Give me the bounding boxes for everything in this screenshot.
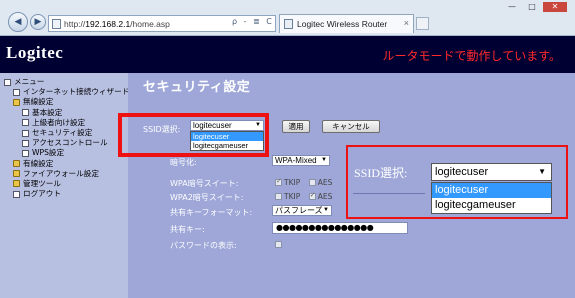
callout-ssid-option[interactable]: logitecgameuser bbox=[432, 198, 551, 213]
wpa2-suite-options: TKIP AES bbox=[275, 191, 338, 201]
browser-chrome: ◀ ▶ http://192.168.2.1/home.asp ρ - ≣ C … bbox=[0, 0, 575, 36]
close-window-icon[interactable]: ✕ bbox=[543, 2, 567, 12]
encryption-select[interactable]: WPA-Mixed ▼ bbox=[272, 155, 330, 166]
page-icon bbox=[13, 88, 20, 96]
page-icon bbox=[52, 18, 61, 29]
callout-ssid-dropdown: logitecuser logitecgameuser bbox=[431, 182, 552, 214]
sidebar-item-label: アクセスコントロール bbox=[32, 138, 108, 148]
folder-icon bbox=[13, 180, 20, 188]
logo: Logitec bbox=[6, 43, 64, 62]
tkip-label: TKIP bbox=[284, 178, 301, 187]
chevron-down-icon: ▼ bbox=[538, 167, 546, 176]
page-icon bbox=[13, 190, 20, 198]
tab-page-icon bbox=[284, 19, 293, 29]
url-host: 192.168.2.1 bbox=[85, 18, 131, 29]
shared-key-label: 共有キー: bbox=[170, 225, 205, 234]
menu-tree: メニュー インターネット接続ウィザード 無線設定 基本設定 上級者向け設定 セキュリティ設… bbox=[4, 77, 129, 199]
page-icon bbox=[22, 129, 29, 137]
forward-arrow-icon[interactable]: ▶ bbox=[30, 14, 46, 30]
page-icon bbox=[4, 78, 11, 86]
callout-ssid-label: SSID選択: bbox=[354, 166, 408, 180]
wpa2-aes-checkbox[interactable] bbox=[308, 191, 316, 200]
page-icon bbox=[22, 109, 29, 117]
sidebar-item-label: ファイアウォール設定 bbox=[23, 168, 99, 178]
key-format-select-value: パスフレーズ bbox=[275, 206, 323, 215]
browser-tab[interactable]: Logitec Wireless Router × bbox=[279, 14, 414, 33]
sidebar-item-label: 上級者向け設定 bbox=[32, 117, 86, 127]
sidebar-item[interactable]: 無線設定 bbox=[4, 97, 129, 107]
page-icon bbox=[22, 119, 29, 127]
window-controls: — □ ✕ bbox=[503, 2, 567, 12]
sidebar-item-label: 基本設定 bbox=[32, 107, 63, 117]
callout-ssid-option[interactable]: logitecuser bbox=[432, 183, 551, 198]
sidebar-item[interactable]: 基本設定 bbox=[4, 108, 129, 118]
apply-button[interactable]: 適用 bbox=[282, 120, 310, 133]
back-arrow-icon[interactable]: ◀ bbox=[8, 12, 28, 32]
page-icon bbox=[22, 139, 29, 147]
cancel-button[interactable]: キャンセル bbox=[322, 120, 380, 133]
wpa-suite-options: TKIP AES bbox=[275, 177, 338, 187]
wpa-tkip-checkbox[interactable] bbox=[275, 177, 282, 186]
url-prefix: http:// bbox=[64, 18, 86, 29]
tab-title: Logitec Wireless Router bbox=[297, 19, 388, 29]
show-password-label: パスワードの表示: bbox=[170, 241, 237, 250]
sidebar-item-label: インターネット接続ウィザード bbox=[23, 87, 130, 97]
sidebar-item[interactable]: 管理ツール bbox=[4, 179, 129, 189]
callout-divider bbox=[353, 193, 425, 194]
show-password-checkbox[interactable] bbox=[275, 241, 282, 248]
sidebar-item: メニュー bbox=[4, 77, 129, 87]
key-format-select[interactable]: パスフレーズ ▼ bbox=[272, 205, 332, 216]
sidebar-item-label: 管理ツール bbox=[23, 178, 61, 188]
sidebar-item[interactable]: 上級者向け設定 bbox=[4, 118, 129, 128]
wpa2-suite-label: WPA2暗号スイート: bbox=[170, 193, 244, 202]
wpa-suite-label: WPA暗号スイート: bbox=[170, 179, 239, 188]
page-icon bbox=[22, 149, 29, 157]
key-format-label: 共有キーフォーマット: bbox=[170, 208, 253, 217]
folder-icon bbox=[13, 98, 20, 106]
sidebar: メニュー インターネット接続ウィザード 無線設定 基本設定 上級者向け設定 セキュリティ設… bbox=[0, 73, 129, 298]
sidebar-item[interactable]: WPS設定 bbox=[4, 148, 129, 158]
shared-key-input[interactable]: ●●●●●●●●●●●●●●● bbox=[272, 222, 408, 234]
magnified-callout: SSID選択: logitecuser ▼ logitecuser logite… bbox=[346, 145, 568, 219]
sidebar-item-label: ログアウト bbox=[23, 189, 61, 199]
sidebar-item-label: 有線設定 bbox=[23, 158, 54, 168]
sidebar-item[interactable]: 有線設定 bbox=[4, 159, 129, 169]
encryption-select-value: WPA-Mixed bbox=[275, 156, 317, 165]
page-header: Logitec ルータモードで動作しています。 bbox=[0, 36, 575, 73]
sidebar-item[interactable]: インターネット接続ウィザード bbox=[4, 87, 129, 97]
chevron-down-icon: ▼ bbox=[321, 157, 327, 163]
encryption-label: 暗号化: bbox=[170, 158, 197, 167]
tab-close-icon[interactable]: × bbox=[404, 18, 409, 28]
sidebar-item[interactable]: ファイアウォール設定 bbox=[4, 169, 129, 179]
sidebar-item-label: セキュリティ設定 bbox=[32, 127, 93, 137]
sidebar-item[interactable]: セキュリティ設定 bbox=[4, 128, 129, 138]
callout-ssid-value: logitecuser bbox=[435, 166, 489, 178]
sidebar-item-label: 無線設定 bbox=[23, 97, 54, 107]
minimize-icon[interactable]: — bbox=[503, 2, 521, 12]
router-mode-status: ルータモードで動作しています。 bbox=[382, 49, 561, 63]
sidebar-item-label: メニュー bbox=[14, 77, 45, 86]
chevron-down-icon: ▼ bbox=[323, 207, 329, 213]
folder-icon bbox=[13, 160, 20, 168]
folder-icon bbox=[13, 170, 20, 178]
page-title: セキュリティ設定 bbox=[143, 80, 251, 95]
wpa2-tkip-checkbox[interactable] bbox=[275, 193, 282, 200]
maximize-icon[interactable]: □ bbox=[523, 2, 541, 12]
callout-ssid-select[interactable]: logitecuser ▼ bbox=[431, 163, 552, 181]
sidebar-item[interactable]: ログアウト bbox=[4, 189, 129, 199]
highlight-box bbox=[118, 113, 269, 157]
aes-label: AES bbox=[317, 178, 333, 187]
sidebar-item-label: WPS設定 bbox=[32, 148, 65, 158]
new-tab-button[interactable] bbox=[416, 17, 429, 30]
sidebar-item[interactable]: アクセスコントロール bbox=[4, 138, 129, 148]
url-path: /home.asp bbox=[130, 18, 170, 29]
aes-label: AES bbox=[317, 192, 333, 201]
wpa-aes-checkbox[interactable] bbox=[308, 179, 316, 186]
tkip-label: TKIP bbox=[284, 192, 301, 201]
